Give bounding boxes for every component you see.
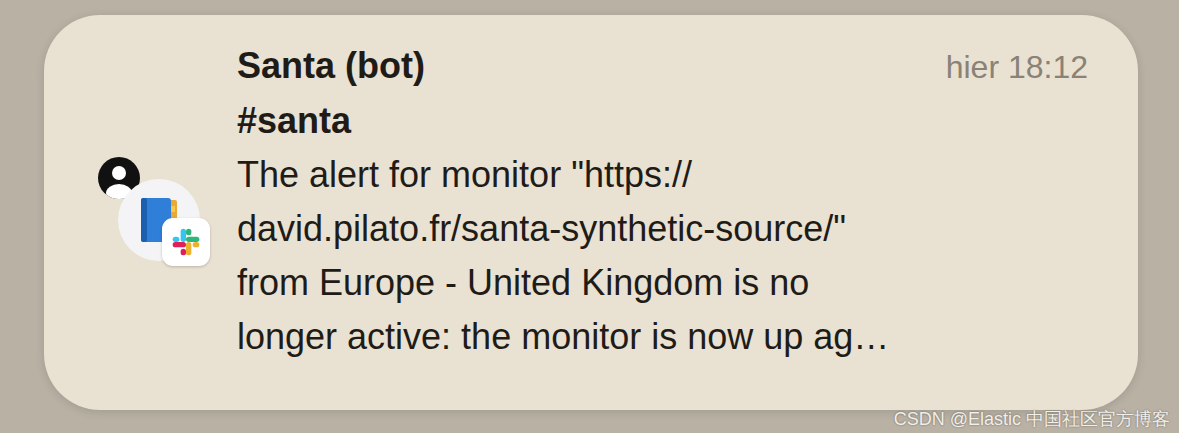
sender-name: Santa (bot) <box>237 39 425 93</box>
watermark: CSDN @Elastic 中国社区官方博客 <box>894 407 1170 431</box>
slack-logo-icon <box>170 226 202 258</box>
notification-content: Santa (bot) hier 18:12#santaThe alert for… <box>237 15 1138 410</box>
channel-name: #santa <box>237 94 1088 148</box>
notification-time: hier 18:12 <box>946 40 1088 94</box>
notification-header: Santa (bot) hier 18:12 <box>237 39 1088 94</box>
message-line: from Europe - United Kingdom is no <box>237 256 1088 310</box>
message-line: longer active: the monitor is now up ag… <box>237 310 1088 364</box>
icon-stack <box>98 157 218 269</box>
message-line: The alert for monitor "https:// <box>237 148 1088 202</box>
slack-badge <box>162 218 210 266</box>
lock-screen: Santa (bot) hier 18:12#santaThe alert for… <box>0 0 1179 433</box>
message-line: david.pilato.fr/santa-synthetic-source/" <box>237 202 1088 256</box>
notification-icon-area <box>44 15 237 410</box>
notification-card[interactable]: Santa (bot) hier 18:12#santaThe alert for… <box>44 15 1138 410</box>
